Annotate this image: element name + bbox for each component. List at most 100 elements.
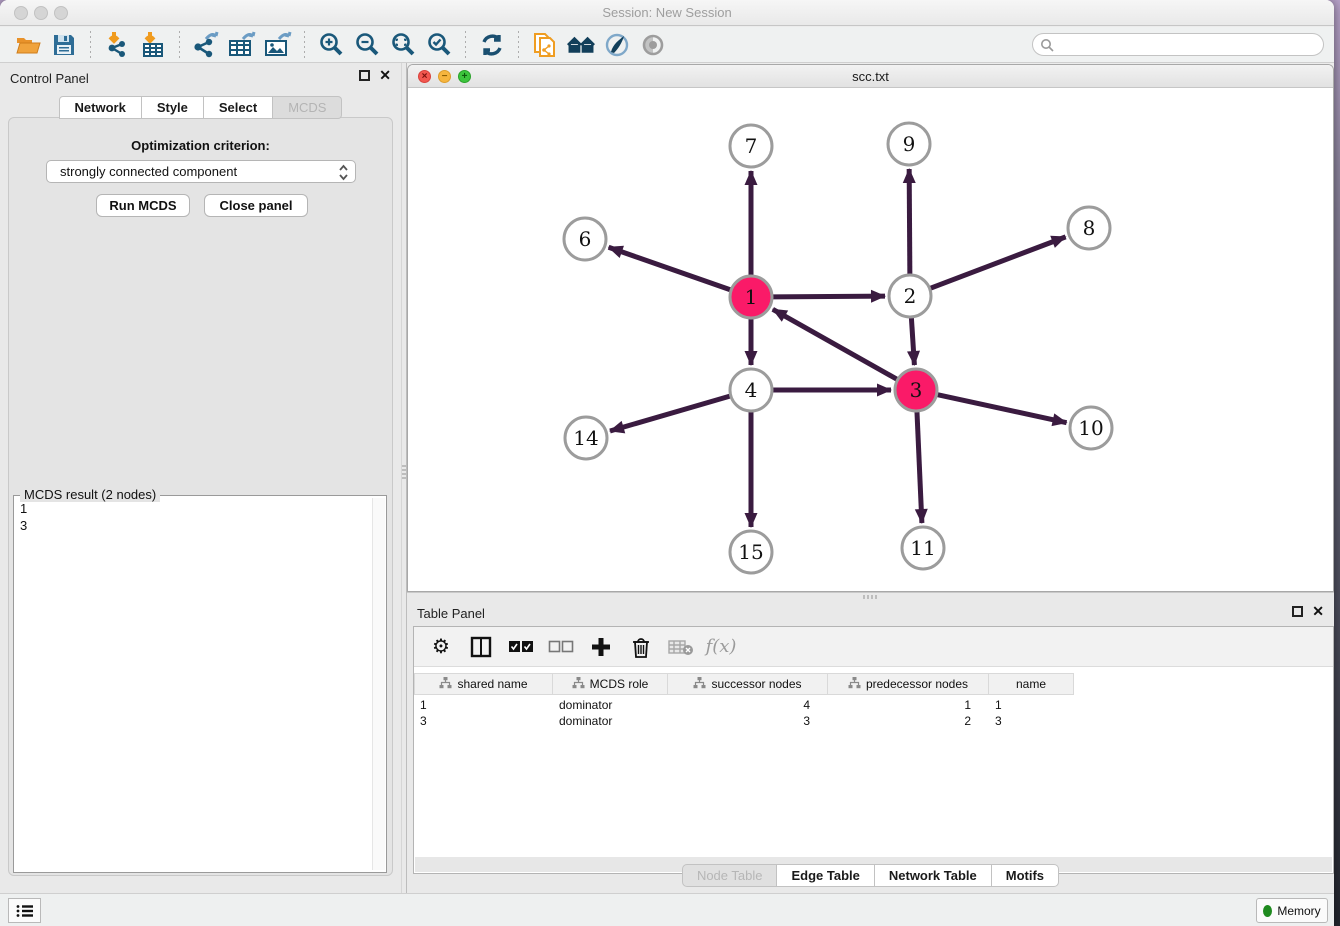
delete-table-icon[interactable] [668,634,694,660]
cell-successor-nodes[interactable]: 4 [668,697,828,713]
graph-node-2[interactable]: 2 [889,275,931,317]
table-row[interactable]: 3dominator323 [414,713,1074,729]
column-header-predecessor-nodes[interactable]: predecessor nodes [828,673,989,695]
zoom-fit-icon[interactable] [388,31,418,59]
app-title: Session: New Session [0,5,1334,20]
graph-edge-2-3[interactable] [911,318,914,365]
cell-MCDS-role[interactable]: dominator [553,713,668,729]
export-image-icon[interactable] [263,31,293,59]
tab-motifs[interactable]: Motifs [992,864,1059,887]
tab-network-table[interactable]: Network Table [875,864,992,887]
column-header-successor-nodes[interactable]: successor nodes [668,673,828,695]
cell-successor-nodes[interactable]: 3 [668,713,828,729]
tab-select[interactable]: Select [204,96,273,119]
memory-label: Memory [1277,904,1320,918]
deselect-all-icon[interactable] [548,634,574,660]
mcds-result-group: MCDS result (2 nodes) 1 3 [13,495,387,873]
search-field[interactable] [1032,33,1324,56]
cell-name[interactable]: 1 [989,697,1074,713]
home-pages-icon[interactable] [566,31,596,59]
add-column-icon[interactable] [588,634,614,660]
tab-edge-table[interactable]: Edge Table [777,864,874,887]
graph-node-9[interactable]: 9 [888,123,930,165]
graph-node-11[interactable]: 11 [902,527,944,569]
graph-node-10[interactable]: 10 [1070,407,1112,449]
search-input[interactable] [1059,36,1323,53]
control-panel-tabs: NetworkStyleSelectMCDS [0,96,401,119]
graph-node-7[interactable]: 7 [730,125,772,167]
tab-mcds[interactable]: MCDS [273,96,342,119]
mcds-result-list[interactable]: 1 3 [15,499,371,871]
select-all-icon[interactable] [508,634,534,660]
delete-column-icon[interactable] [628,634,654,660]
save-session-icon[interactable] [49,31,79,59]
table-header-row: shared nameMCDS rolesuccessor nodesprede… [414,673,1074,695]
close-panel-icon[interactable]: ✕ [379,70,391,81]
graph-edge-2-8[interactable] [931,237,1066,288]
tab-node-table[interactable]: Node Table [682,864,778,887]
style-brush-icon[interactable] [602,31,632,59]
zoom-in-icon[interactable] [316,31,346,59]
graph-edge-3-10[interactable] [937,395,1066,423]
cell-shared-name[interactable]: 3 [414,713,553,729]
eye-icon[interactable] [638,31,668,59]
zoom-out-icon[interactable] [352,31,382,59]
splitter-grip[interactable] [402,465,406,481]
cell-predecessor-nodes[interactable]: 2 [828,713,989,729]
memory-button[interactable]: Memory [1256,898,1328,923]
network-window-titlebar[interactable]: × − + scc.txt [408,65,1333,88]
graph-node-3[interactable]: 3 [895,369,937,411]
column-header-shared-name[interactable]: shared name [414,673,553,695]
memory-status-icon [1263,905,1272,917]
toolbar-separator [465,31,466,59]
run-mcds-button[interactable]: Run MCDS [96,194,190,217]
function-builder-icon[interactable]: f(x) [708,634,734,660]
splitter-grip[interactable] [863,595,877,599]
export-table-icon[interactable] [227,31,257,59]
cell-predecessor-nodes[interactable]: 1 [828,697,989,713]
cell-shared-name[interactable]: 1 [414,697,553,713]
horizontal-splitter[interactable] [407,592,1334,600]
table-row[interactable]: 1dominator411 [414,697,1074,713]
graph-edge-1-2[interactable] [773,296,885,297]
result-scrollbar[interactable] [372,498,385,870]
cell-name[interactable]: 3 [989,713,1074,729]
network-file-icon[interactable] [530,31,560,59]
column-header-MCDS-role[interactable]: MCDS role [553,673,668,695]
cell-MCDS-role[interactable]: dominator [553,697,668,713]
graph-node-14[interactable]: 14 [565,417,607,459]
column-header-name[interactable]: name [989,673,1074,695]
graph-edge-4-14[interactable] [610,396,730,431]
tab-style[interactable]: Style [142,96,204,119]
export-network-icon[interactable] [191,31,221,59]
tab-network[interactable]: Network [59,96,142,119]
import-table-icon[interactable] [138,31,168,59]
svg-text:6: 6 [579,227,592,251]
graph-node-15[interactable]: 15 [730,531,772,573]
graph-node-1[interactable]: 1 [730,276,772,318]
float-panel-icon[interactable] [359,70,370,81]
graph-edge-3-11[interactable] [917,412,922,523]
toolbar-separator [518,31,519,59]
zoom-selected-icon[interactable] [424,31,454,59]
open-session-icon[interactable] [13,31,43,59]
graph-node-6[interactable]: 6 [564,218,606,260]
graph-edge-1-6[interactable] [609,247,731,289]
network-graph-canvas[interactable]: 7 9 6 8 1 2 4 3 14 10 15 11 [408,88,1333,591]
optimization-criterion-select[interactable]: strongly connected component [46,160,356,183]
import-network-icon[interactable] [102,31,132,59]
main-toolbar [0,27,1334,63]
svg-text:7: 7 [745,134,758,158]
graph-edge-2-9[interactable] [909,169,910,274]
task-history-button[interactable] [8,898,41,923]
split-view-icon[interactable] [468,634,494,660]
float-panel-icon[interactable] [1292,606,1303,617]
close-panel-button[interactable]: Close panel [204,194,308,217]
close-panel-icon[interactable]: ✕ [1312,606,1324,617]
graph-node-8[interactable]: 8 [1068,207,1110,249]
graph-node-4[interactable]: 4 [730,369,772,411]
graph-edge-3-1[interactable] [773,309,897,379]
network-window-title: scc.txt [408,69,1333,84]
apply-layout-icon[interactable] [477,31,507,59]
table-settings-icon[interactable]: ⚙ [428,634,454,660]
